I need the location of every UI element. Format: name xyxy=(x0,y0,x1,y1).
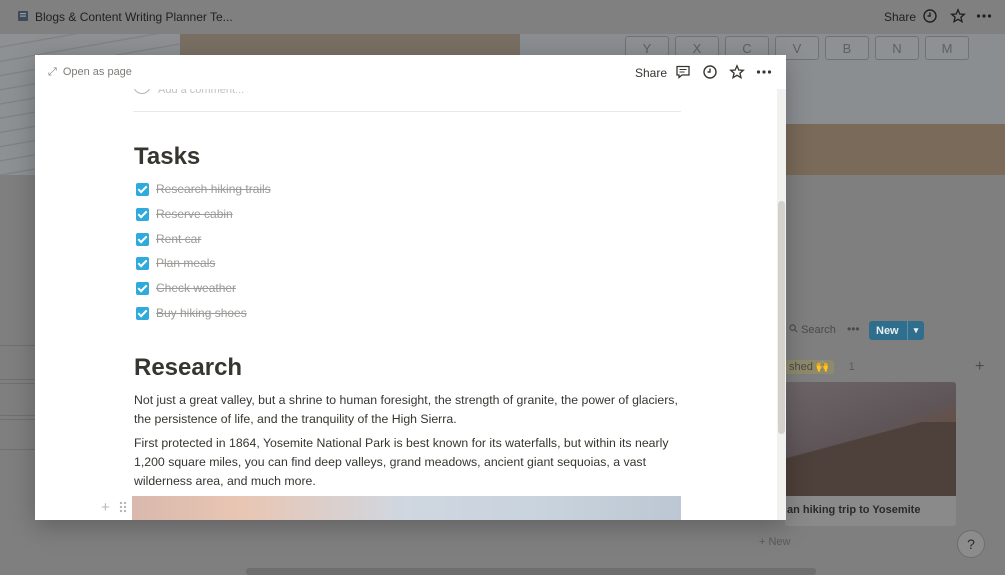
more-icon[interactable] xyxy=(756,64,772,80)
todo-text[interactable]: Reserve cabin xyxy=(156,207,233,221)
group-count: 1 xyxy=(848,361,855,373)
todo-item: Reserve cabin xyxy=(136,206,233,222)
paragraph[interactable]: Not just a great valley, but a shrine to… xyxy=(134,391,681,429)
cover-key: N xyxy=(875,36,919,60)
todo-text[interactable]: Plan meals xyxy=(156,256,215,270)
card-title: an hiking trip to Yosemite xyxy=(787,504,921,516)
tasks-heading: Tasks xyxy=(134,143,201,170)
board-new-button[interactable]: New ▾ xyxy=(869,321,924,340)
chevron-down-icon[interactable]: ▾ xyxy=(907,321,924,340)
modal-share-button[interactable]: Share xyxy=(635,66,667,80)
drag-handle-icon[interactable] xyxy=(119,501,127,513)
todo-item: Research hiking trails xyxy=(136,181,271,197)
cover-desk xyxy=(785,124,1005,175)
checkbox-checked[interactable] xyxy=(136,256,149,270)
comment-icon[interactable] xyxy=(675,64,691,80)
card-mountain xyxy=(785,422,956,496)
modal-scrollbar[interactable] xyxy=(777,89,786,520)
board-new-label: New xyxy=(876,324,899,337)
more-icon[interactable] xyxy=(976,8,992,24)
help-button[interactable]: ? xyxy=(957,530,985,558)
todo-text[interactable]: Rent car xyxy=(156,232,201,246)
group-tag: shed 🙌 xyxy=(785,360,834,374)
todo-text[interactable]: Buy hiking shoes xyxy=(156,306,247,320)
table-row-divider xyxy=(0,345,35,346)
add-block-icon[interactable]: + xyxy=(101,499,110,516)
board-search-button[interactable]: Search xyxy=(789,324,836,336)
board-view: Search ••• New ▾ shed 🙌 1 + an hiking tr… xyxy=(759,320,1005,560)
cover-key: B xyxy=(825,36,869,60)
board-card[interactable]: an hiking trip to Yosemite xyxy=(785,382,956,526)
clock-icon[interactable] xyxy=(702,64,718,80)
horizontal-scrollbar[interactable] xyxy=(246,568,816,575)
open-as-page-button[interactable]: ⤢ Open as page xyxy=(48,66,132,79)
page-title[interactable]: Blogs & Content Writing Planner Te... xyxy=(35,10,233,24)
paragraph[interactable]: First protected in 1864, Yosemite Nation… xyxy=(134,434,681,491)
open-as-page-label: Open as page xyxy=(62,66,132,78)
table-row-divider xyxy=(0,379,35,380)
star-icon[interactable] xyxy=(950,8,966,24)
table-row-divider xyxy=(0,415,35,416)
share-button[interactable]: Share xyxy=(884,10,916,24)
expand-icon: ⤢ xyxy=(48,66,57,78)
board-more-button[interactable]: ••• xyxy=(847,322,860,336)
app-topbar: Blogs & Content Writing Planner Te... Sh… xyxy=(0,0,1005,34)
research-heading: Research xyxy=(134,354,243,381)
add-group-icon[interactable]: + xyxy=(975,358,984,376)
checkbox-checked[interactable] xyxy=(136,182,149,196)
todo-item: Rent car xyxy=(136,231,201,247)
embedded-image[interactable] xyxy=(132,496,681,520)
table-row-divider xyxy=(0,449,35,450)
page-peek-modal: ⤢ Open as page Share Add a comment... Tas… xyxy=(35,55,786,520)
board-add-new-button[interactable]: + New xyxy=(759,536,791,548)
todo-item: Check weather xyxy=(136,280,236,296)
todo-text[interactable]: Research hiking trails xyxy=(156,182,271,196)
card-cover-image xyxy=(785,382,956,496)
cover-key: M xyxy=(925,36,969,60)
search-icon xyxy=(789,324,798,333)
table-row-divider xyxy=(0,419,35,420)
scrollbar-thumb[interactable] xyxy=(778,201,785,434)
board-search-label: Search xyxy=(801,324,836,336)
star-icon[interactable] xyxy=(729,64,745,80)
page-icon xyxy=(18,11,28,21)
checkbox-checked[interactable] xyxy=(136,207,149,221)
table-row-divider xyxy=(0,383,35,384)
todo-item: Plan meals xyxy=(136,255,215,271)
todo-text[interactable]: Check weather xyxy=(156,281,236,295)
checkbox-checked[interactable] xyxy=(136,306,149,320)
modal-header: ⤢ Open as page Share xyxy=(35,55,786,89)
checkbox-checked[interactable] xyxy=(136,281,149,295)
clock-icon[interactable] xyxy=(922,8,938,24)
checkbox-checked[interactable] xyxy=(136,232,149,246)
board-group-header: shed 🙌 1 xyxy=(785,360,855,374)
todo-item: Buy hiking shoes xyxy=(136,305,247,321)
background-table xyxy=(0,345,35,545)
